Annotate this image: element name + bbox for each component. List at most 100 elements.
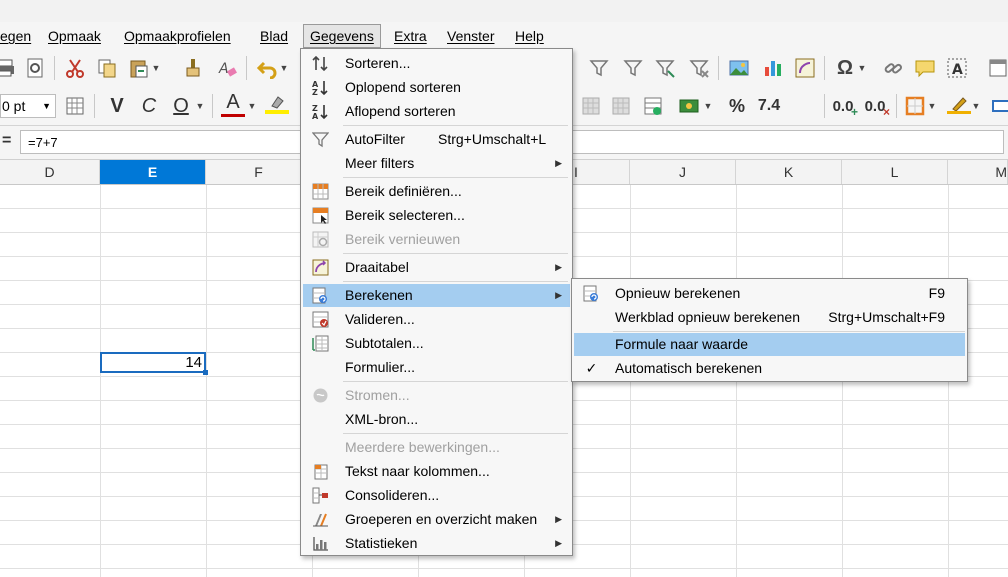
menu-item-streams[interactable]: Stromen... bbox=[303, 384, 570, 407]
hyperlink-icon[interactable] bbox=[880, 55, 906, 81]
currency-dropdown-icon[interactable]: ▼ bbox=[702, 93, 714, 119]
font-size-dropdown-icon[interactable]: ▼ bbox=[42, 95, 51, 117]
font-color-dropdown-icon[interactable]: ▼ bbox=[246, 93, 258, 119]
menu-item-label: Tekst naar kolommen... bbox=[345, 463, 490, 479]
submenu-item-hard-recalculate[interactable]: Werkblad opnieuw berekenen Strg+Umschalt… bbox=[574, 306, 965, 329]
menu-item-group-outline[interactable]: Groeperen en overzicht maken ▶ bbox=[303, 508, 570, 531]
insert-pivot-table-icon[interactable] bbox=[792, 55, 818, 81]
paste-icon[interactable] bbox=[126, 55, 152, 81]
recalculate-icon bbox=[583, 285, 598, 302]
menu-item-form[interactable]: Formulier... bbox=[303, 356, 570, 379]
submenu-item-label: Formule naar waarde bbox=[615, 336, 749, 352]
cut-icon[interactable] bbox=[62, 55, 88, 81]
conditional-format-icon[interactable] bbox=[640, 93, 666, 119]
currency-format-icon[interactable] bbox=[676, 93, 702, 119]
italic-button[interactable]: C bbox=[136, 93, 162, 119]
menubar: egen Opmaak Opmaakprofielen Blad Gegeven… bbox=[0, 22, 1008, 49]
menu-help[interactable]: Help bbox=[513, 26, 546, 46]
calculate-submenu: Opnieuw berekenen F9 Werkblad opnieuw be… bbox=[571, 278, 968, 382]
remove-decimal-button[interactable]: 0.0 × bbox=[862, 93, 890, 120]
menu-item-label: Draaitabel bbox=[345, 259, 409, 275]
print-icon[interactable] bbox=[0, 55, 18, 81]
menu-item-validate[interactable]: Valideren... bbox=[303, 308, 570, 331]
column-header-f[interactable]: F bbox=[206, 160, 312, 184]
menu-item-text-to-columns[interactable]: Tekst naar kolommen... bbox=[303, 460, 570, 483]
column-header-d[interactable]: D bbox=[0, 160, 100, 184]
menu-item-more-filters[interactable]: Meer filters ▶ bbox=[303, 152, 570, 175]
bold-button[interactable]: V bbox=[104, 93, 130, 119]
menu-item-label: Groeperen en overzicht maken bbox=[345, 511, 538, 527]
column-header-j[interactable]: J bbox=[630, 160, 736, 184]
submenu-item-formula-to-value[interactable]: Formule naar waarde bbox=[574, 333, 965, 356]
advanced-filter-icon[interactable] bbox=[652, 55, 678, 81]
number-format-button[interactable]: 7.4 bbox=[756, 93, 782, 119]
borders-icon[interactable] bbox=[902, 93, 928, 119]
column-header-l[interactable]: L bbox=[842, 160, 948, 184]
special-character-icon[interactable]: Ω bbox=[832, 55, 858, 81]
undo-dropdown-icon[interactable]: ▼ bbox=[278, 55, 290, 81]
font-size-box[interactable]: 0 pt ▼ bbox=[0, 94, 56, 118]
consolidate-icon bbox=[312, 487, 328, 504]
menu-item-consolidate[interactable]: Consolideren... bbox=[303, 484, 570, 507]
active-cell[interactable]: 14 bbox=[100, 352, 208, 375]
menu-edit[interactable]: egen bbox=[0, 26, 33, 46]
column-header-e[interactable]: E bbox=[100, 160, 206, 184]
spreadsheet-grid-icon[interactable] bbox=[62, 93, 88, 119]
menu-item-sort-descending[interactable]: ZA Aflopend sorteren bbox=[303, 100, 570, 123]
menu-tools[interactable]: Extra bbox=[392, 26, 429, 46]
svg-text:A: A bbox=[218, 61, 229, 77]
standard-filter-icon[interactable] bbox=[586, 55, 612, 81]
highlight-color-button[interactable] bbox=[264, 91, 290, 117]
menu-item-calculate[interactable]: Berekenen ▶ bbox=[303, 284, 570, 307]
unmerge-cells-icon[interactable] bbox=[608, 93, 634, 119]
percent-format-button[interactable]: % bbox=[724, 93, 750, 119]
font-color-button[interactable]: A bbox=[220, 91, 246, 117]
merge-cells-icon[interactable] bbox=[578, 93, 604, 119]
special-character-dropdown-icon[interactable]: ▼ bbox=[856, 55, 868, 81]
menu-item-statistics[interactable]: Statistieken ▶ bbox=[303, 532, 570, 555]
submenu-item-recalculate[interactable]: Opnieuw berekenen F9 bbox=[574, 282, 965, 305]
menu-item-subtotals[interactable]: Subtotalen... bbox=[303, 332, 570, 355]
border-color-icon[interactable] bbox=[988, 93, 1008, 119]
menu-item-select-range[interactable]: Bereik selecteren... bbox=[303, 204, 570, 227]
menu-item-refresh-range[interactable]: Bereik vernieuwen bbox=[303, 228, 570, 251]
copy-icon[interactable] bbox=[94, 55, 120, 81]
clone-formatting-icon[interactable] bbox=[180, 55, 206, 81]
menu-styles[interactable]: Opmaakprofielen bbox=[122, 26, 233, 46]
menu-format[interactable]: Opmaak bbox=[46, 26, 103, 46]
sort-icon bbox=[312, 55, 328, 72]
autofilter-toolbar-icon[interactable] bbox=[620, 55, 646, 81]
menu-item-define-range[interactable]: Bereik definiëren... bbox=[303, 180, 570, 203]
text-box-icon[interactable]: A bbox=[944, 55, 970, 81]
column-header-m[interactable]: M bbox=[948, 160, 1008, 184]
menu-item-label: Berekenen bbox=[345, 287, 413, 303]
border-style-dropdown-icon[interactable]: ▼ bbox=[970, 93, 982, 119]
menu-item-sort-ascending[interactable]: AZ Oplopend sorteren bbox=[303, 76, 570, 99]
formula-equals-icon[interactable]: = bbox=[2, 132, 11, 150]
comment-icon[interactable] bbox=[912, 55, 938, 81]
header-footer-icon[interactable] bbox=[984, 55, 1008, 81]
menu-item-sort[interactable]: Sorteren... bbox=[303, 52, 570, 75]
paste-dropdown-icon[interactable]: ▼ bbox=[150, 55, 162, 81]
underline-dropdown-icon[interactable]: ▼ bbox=[194, 93, 206, 119]
add-decimal-button[interactable]: 0.0 + bbox=[830, 93, 858, 120]
print-preview-icon[interactable] bbox=[22, 55, 48, 81]
insert-image-icon[interactable] bbox=[726, 55, 752, 81]
menu-item-autofilter[interactable]: AutoFilter Strg+Umschalt+L bbox=[303, 128, 570, 151]
border-style-button[interactable] bbox=[946, 91, 972, 117]
submenu-item-autocalculate[interactable]: ✓ Automatisch berekenen bbox=[574, 357, 965, 380]
borders-dropdown-icon[interactable]: ▼ bbox=[926, 93, 938, 119]
column-header-k[interactable]: K bbox=[736, 160, 842, 184]
undo-icon[interactable] bbox=[254, 55, 280, 81]
menu-window[interactable]: Venster bbox=[445, 26, 496, 46]
menu-item-pivot-table[interactable]: Draaitabel ▶ bbox=[303, 256, 570, 279]
insert-chart-icon[interactable] bbox=[760, 55, 786, 81]
underline-button[interactable]: O bbox=[168, 93, 194, 119]
menu-data[interactable]: Gegevens bbox=[303, 24, 381, 48]
menu-item-xml-source[interactable]: XML-bron... bbox=[303, 408, 570, 431]
menu-item-multiple-operations[interactable]: Meerdere bewerkingen... bbox=[303, 436, 570, 459]
reset-filter-icon[interactable] bbox=[686, 55, 712, 81]
menu-sheet[interactable]: Blad bbox=[258, 26, 290, 46]
submenu-item-label: Werkblad opnieuw berekenen bbox=[615, 309, 800, 325]
clear-formatting-icon[interactable]: A bbox=[214, 55, 240, 81]
